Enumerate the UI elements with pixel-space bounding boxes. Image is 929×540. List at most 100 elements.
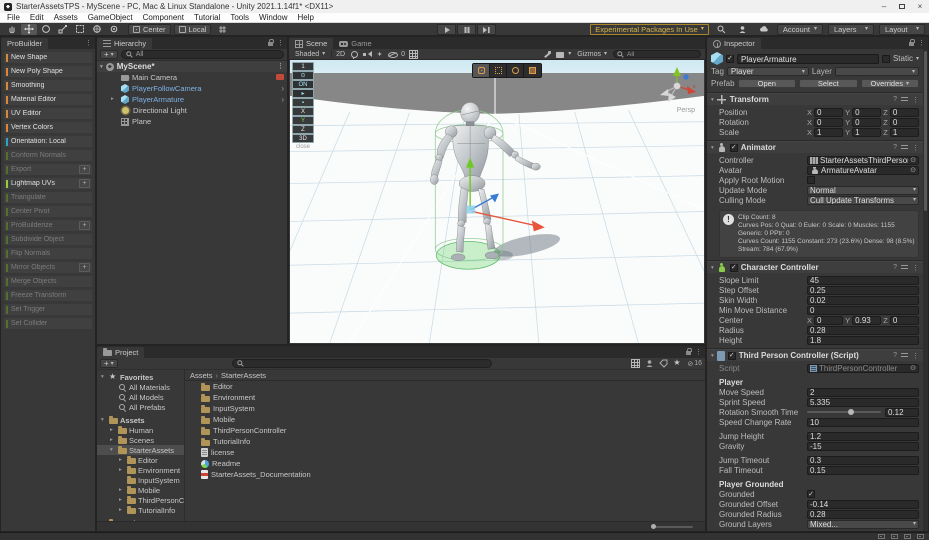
presets-icon[interactable] xyxy=(901,144,908,151)
overlay-button[interactable]: 1 xyxy=(292,62,314,71)
project-tree-item[interactable]: ThirdPersonController xyxy=(97,495,184,505)
probuilder-action-button[interactable]: Smoothing xyxy=(4,80,92,91)
component-menu-icon[interactable] xyxy=(912,264,919,272)
2d-toggle[interactable]: 2D xyxy=(336,51,345,58)
foldout-icon[interactable] xyxy=(111,96,114,102)
hierarchy-search-input[interactable]: All xyxy=(121,50,284,59)
gizmos-dropdown[interactable]: Gizmos xyxy=(575,51,609,58)
active-checkbox[interactable] xyxy=(726,55,734,63)
menu-item[interactable]: Component xyxy=(138,13,189,22)
overlay-button[interactable]: ▪ xyxy=(292,98,314,107)
row-right-icon[interactable] xyxy=(281,95,284,104)
asset-item[interactable]: Environment xyxy=(185,392,705,403)
play-button[interactable] xyxy=(437,24,456,35)
value-field[interactable]: 0.3 xyxy=(807,456,919,465)
probuilder-action-button[interactable]: Mirror Objects xyxy=(4,262,92,273)
overlay-button[interactable]: Z xyxy=(292,125,314,134)
edge-mode-icon[interactable] xyxy=(507,64,524,77)
probuilder-action-button[interactable]: Center Pivot xyxy=(4,206,92,217)
options-plus-button[interactable] xyxy=(79,179,90,188)
x-field[interactable]: 1 xyxy=(814,128,843,137)
panel-menu-icon[interactable] xyxy=(277,39,284,47)
move-tool-icon[interactable] xyxy=(21,24,37,35)
foldout-icon[interactable] xyxy=(110,427,116,433)
asset-item[interactable]: TutorialInfo xyxy=(185,436,705,447)
scene-header-row[interactable]: MyScene* xyxy=(97,61,287,72)
foldout-icon[interactable] xyxy=(711,97,714,103)
project-tree-item[interactable]: Assets xyxy=(97,415,184,425)
third-person-controller-header[interactable]: Third Person Controller (Script) ? xyxy=(707,349,923,361)
project-tree-item[interactable]: Favorites xyxy=(97,372,184,382)
overlay-button[interactable]: 3D xyxy=(292,134,314,143)
foldout-icon[interactable] xyxy=(711,145,714,151)
enabled-checkbox[interactable] xyxy=(728,352,736,360)
collab-icon[interactable] xyxy=(735,24,751,35)
menu-item[interactable]: GameObject xyxy=(83,13,138,22)
probuilder-action-button[interactable]: Subdivide Object xyxy=(4,234,92,245)
value-field[interactable]: 0.28 xyxy=(807,510,919,519)
slider[interactable] xyxy=(807,411,881,413)
foldout-icon[interactable] xyxy=(110,447,116,453)
tab-game[interactable]: Game xyxy=(333,38,377,49)
value-field[interactable]: 10 xyxy=(807,418,919,427)
enabled-checkbox[interactable] xyxy=(730,144,738,152)
account-dropdown[interactable]: Account xyxy=(777,24,823,35)
scene-effects-icon[interactable] xyxy=(375,50,384,59)
scene-audio-icon[interactable] xyxy=(362,50,371,59)
progress-status-icon[interactable] xyxy=(917,534,924,539)
hierarchy-item[interactable]: PlayerArmature xyxy=(97,94,287,105)
project-tree-item[interactable]: InputSystem xyxy=(97,475,184,485)
value-field[interactable]: Cull Update Transforms xyxy=(807,196,919,205)
value-field[interactable]: StarterAssetsThirdPerson xyxy=(807,156,919,165)
menu-item[interactable]: Edit xyxy=(25,13,49,22)
value-field[interactable]: 0.28 xyxy=(807,326,919,335)
probuilder-action-button[interactable]: New Shape xyxy=(4,52,92,63)
scrollbar-thumb[interactable] xyxy=(924,51,927,211)
hidden-packages-count[interactable]: 16 xyxy=(687,360,702,368)
menu-item[interactable]: Window xyxy=(254,13,292,22)
y-field[interactable]: 1 xyxy=(852,128,881,137)
prefab-select-button[interactable]: Select xyxy=(799,79,857,88)
z-field[interactable]: 0 xyxy=(890,108,919,117)
presets-icon[interactable] xyxy=(901,264,908,271)
hierarchy-item[interactable]: PlayerFollowCamera xyxy=(97,83,287,94)
probuilder-action-button[interactable]: ProBuilderize xyxy=(4,220,92,231)
gameobject-name-field[interactable]: PlayerArmature xyxy=(737,54,879,64)
value-field[interactable]: 45 xyxy=(807,276,919,285)
probuilder-action-button[interactable]: Flip Normals xyxy=(4,248,92,259)
y-field[interactable]: 0 xyxy=(852,118,881,127)
probuilder-action-button[interactable]: Triangulate xyxy=(4,192,92,203)
asset-item[interactable]: StarterAssets_Documentation xyxy=(185,469,705,480)
icon-size-slider[interactable] xyxy=(651,526,693,528)
project-tree-item[interactable]: All Models xyxy=(97,392,184,402)
label-icon[interactable] xyxy=(659,359,668,368)
static-checkbox[interactable] xyxy=(882,55,890,63)
collab-icon[interactable] xyxy=(645,359,654,368)
menu-item[interactable]: Tools xyxy=(225,13,254,22)
help-icon[interactable]: ? xyxy=(893,264,897,271)
hierarchy-item[interactable]: Main Camera xyxy=(97,72,287,83)
x-field[interactable]: 0 xyxy=(814,108,843,117)
cloud-icon[interactable] xyxy=(756,24,772,35)
project-tree-item[interactable]: Editor xyxy=(97,455,184,465)
z-field[interactable]: 0 xyxy=(890,118,919,127)
hierarchy-item[interactable]: Plane xyxy=(97,116,287,127)
probuilder-action-button[interactable]: Merge Objects xyxy=(4,276,92,287)
menu-item[interactable]: Assets xyxy=(49,13,83,22)
value-field[interactable]: -0.14 xyxy=(807,500,919,509)
overlay-button[interactable]: ON xyxy=(292,80,314,89)
layer-dropdown[interactable] xyxy=(835,67,919,76)
object-mode-icon[interactable] xyxy=(473,64,490,77)
static-dropdown-icon[interactable] xyxy=(916,56,919,62)
console-status-icon[interactable] xyxy=(904,534,911,539)
foldout-icon[interactable] xyxy=(100,64,103,70)
pause-button[interactable] xyxy=(457,24,476,35)
foldout-icon[interactable] xyxy=(119,487,125,493)
tool-handle-rotation-button[interactable]: Local xyxy=(174,24,212,35)
inspector-scrollbar[interactable] xyxy=(923,49,928,531)
help-icon[interactable]: ? xyxy=(893,352,897,359)
breadcrumb-current[interactable]: StarterAssets xyxy=(221,371,266,380)
scene-viewport[interactable]: 1⊙ON▸▪XYZ3D close x Persp xyxy=(290,60,704,343)
overlay-button[interactable]: ▸ xyxy=(292,89,314,98)
search-icon[interactable] xyxy=(714,24,730,35)
